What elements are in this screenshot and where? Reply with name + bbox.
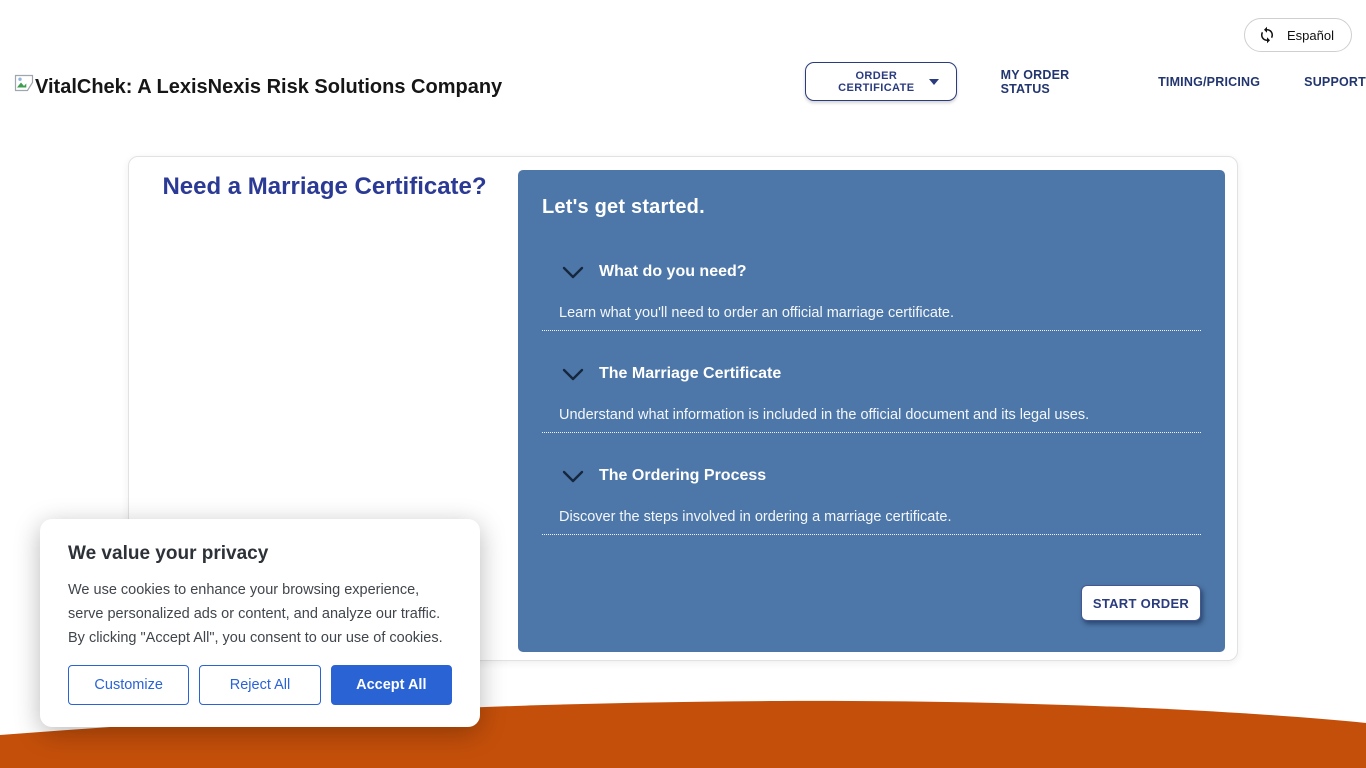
accordion-label: The Marriage Certificate <box>599 365 781 383</box>
get-started-panel: Let's get started. What do you need? Lea… <box>518 170 1225 652</box>
logo-alt-text: VitalChek: A LexisNexis Risk Solutions C… <box>35 72 502 102</box>
nav-timing-pricing[interactable]: TIMING/PRICING <box>1158 75 1260 89</box>
cookie-dialog-title: We value your privacy <box>68 543 452 565</box>
customize-button[interactable]: Customize <box>68 665 189 705</box>
page-title: Need a Marriage Certificate? <box>129 173 520 201</box>
accordion-description: Learn what you'll need to order an offic… <box>559 305 1201 321</box>
reject-all-button[interactable]: Reject All <box>199 665 320 705</box>
page: Español VitalChek: A LexisNexis Risk Sol… <box>0 0 1366 768</box>
accept-all-button[interactable]: Accept All <box>331 665 452 705</box>
separator <box>542 330 1201 331</box>
nav-support[interactable]: SUPPORT <box>1304 75 1366 89</box>
order-certificate-label: ORDER CERTIFICATE <box>824 70 929 94</box>
language-button[interactable]: Español <box>1244 18 1352 52</box>
broken-image-icon <box>14 74 34 92</box>
chevron-down-icon <box>562 368 584 381</box>
main-nav: ORDER CERTIFICATE MY ORDER STATUS TIMING… <box>805 62 1366 101</box>
site-logo[interactable]: VitalChek: A LexisNexis Risk Solutions C… <box>14 72 502 102</box>
chevron-down-icon <box>562 470 584 483</box>
accordion-marriage-certificate[interactable]: The Marriage Certificate <box>562 365 1201 383</box>
accordion-ordering-process[interactable]: The Ordering Process <box>562 467 1201 485</box>
accordion-description: Discover the steps involved in ordering … <box>559 509 1201 525</box>
nav-my-order-status[interactable]: MY ORDER STATUS <box>1001 68 1114 96</box>
cookie-dialog-message: We use cookies to enhance your browsing … <box>68 578 452 650</box>
accordion-description: Understand what information is included … <box>559 407 1201 423</box>
sync-icon <box>1258 26 1276 44</box>
order-certificate-dropdown[interactable]: ORDER CERTIFICATE <box>805 62 957 101</box>
cookie-buttons-row: Customize Reject All Accept All <box>68 665 452 705</box>
cookie-consent-dialog: We value your privacy We use cookies to … <box>40 519 480 727</box>
accordion-label: The Ordering Process <box>599 467 766 485</box>
separator <box>542 534 1201 535</box>
chevron-down-icon <box>562 266 584 279</box>
start-order-button[interactable]: START ORDER <box>1081 585 1201 621</box>
accordion-what-do-you-need[interactable]: What do you need? <box>562 263 1201 281</box>
language-label: Español <box>1287 28 1334 43</box>
accordion-label: What do you need? <box>599 263 747 281</box>
separator <box>542 432 1201 433</box>
panel-title: Let's get started. <box>542 196 1201 219</box>
caret-down-icon <box>929 79 939 85</box>
